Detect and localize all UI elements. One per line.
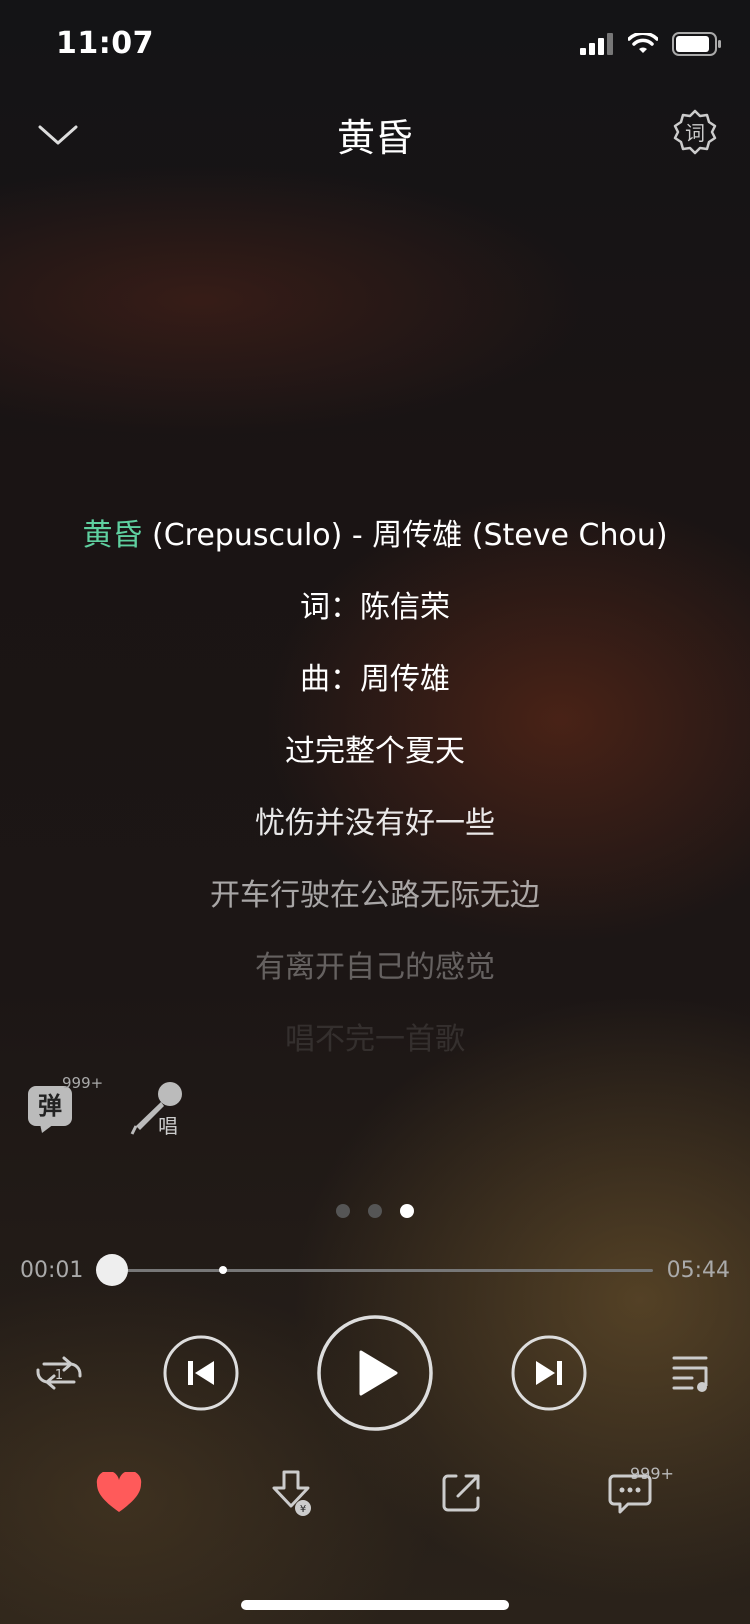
lyric-line: 有离开自己的感觉: [0, 932, 750, 1004]
lyric-text: 词：陈信荣: [300, 590, 450, 625]
buffer-marker: [219, 1266, 227, 1274]
page-dot[interactable]: [400, 1204, 414, 1218]
play-button[interactable]: [316, 1314, 434, 1432]
lyric-text: 开车行驶在公路无际无边: [210, 878, 540, 913]
lyrics-panel[interactable]: 黄昏 (Crepusculo) - 周传雄 (Steve Chou) 词：陈信荣曲…: [0, 500, 750, 1076]
svg-text:¥: ¥: [300, 1504, 306, 1515]
total-time: 05:44: [666, 1258, 730, 1283]
repeat-one-icon[interactable]: 1: [34, 1350, 84, 1394]
page-dot[interactable]: [336, 1204, 350, 1218]
playback-progress[interactable]: 00:01 05:44: [0, 1250, 750, 1290]
lyric-settings-label: 词: [685, 121, 705, 145]
lyric-line: 开车行驶在公路无际无边: [0, 860, 750, 932]
lyric-current-word: 黄昏: [82, 518, 143, 553]
playlist-icon[interactable]: [670, 1352, 716, 1394]
lyric-text: 忧伤并没有好一些: [255, 806, 495, 841]
home-indicator[interactable]: [241, 1600, 509, 1610]
karaoke-label: 唱: [158, 1114, 178, 1138]
lyric-line: 曲：周传雄: [0, 644, 750, 716]
danmaku-count: 999+: [62, 1074, 104, 1092]
playback-controls: 1: [0, 1314, 750, 1432]
danmaku-tail: [40, 1124, 54, 1133]
bottom-action-bar: ¥ 999+: [0, 1464, 750, 1540]
share-icon[interactable]: [440, 1472, 482, 1514]
lyric-text: (Crepusculo) - 周传雄 (Steve Chou): [142, 518, 668, 553]
lyric-line: 忧伤并没有好一些: [0, 788, 750, 860]
song-title: 黄昏: [336, 116, 413, 160]
player-header: 黄昏 词: [0, 95, 750, 175]
status-bar: 11:07: [0, 0, 750, 90]
lyric-text: 过完整个夏天: [285, 734, 465, 769]
page-dot[interactable]: [368, 1204, 382, 1218]
lyric-text: 曲：周传雄: [300, 662, 450, 697]
cellular-signal-icon: [580, 33, 613, 55]
lyric-gear-icon: 词: [673, 109, 717, 155]
download-icon[interactable]: ¥: [270, 1470, 314, 1518]
lyric-settings-button[interactable]: 词: [670, 107, 720, 157]
progress-track[interactable]: [113, 1269, 653, 1272]
lyric-line: 词：陈信荣: [0, 572, 750, 644]
next-track-button[interactable]: [510, 1334, 588, 1412]
progress-thumb[interactable]: [96, 1254, 128, 1286]
status-time: 11:07: [56, 26, 154, 61]
wifi-icon: [628, 33, 658, 53]
previous-track-button[interactable]: [162, 1334, 240, 1412]
lyric-line: 唱不完一首歌: [0, 1004, 750, 1076]
danmaku-button[interactable]: 弹 999+: [26, 1074, 103, 1136]
battery-icon: [672, 32, 721, 56]
page-indicator: [0, 1204, 750, 1218]
svg-text:1: 1: [55, 1368, 63, 1383]
danmaku-icon: 弹: [28, 1086, 72, 1126]
lyric-text: 唱不完一首歌: [285, 1022, 465, 1057]
status-icons: [580, 32, 722, 56]
current-time: 00:01: [20, 1258, 84, 1283]
comment-count: 999+: [630, 1464, 674, 1483]
lyric-line: 过完整个夏天: [0, 716, 750, 788]
lyric-text: 有离开自己的感觉: [255, 950, 495, 985]
like-heart-icon[interactable]: [96, 1472, 142, 1514]
lyric-line: 黄昏 (Crepusculo) - 周传雄 (Steve Chou): [0, 500, 750, 572]
